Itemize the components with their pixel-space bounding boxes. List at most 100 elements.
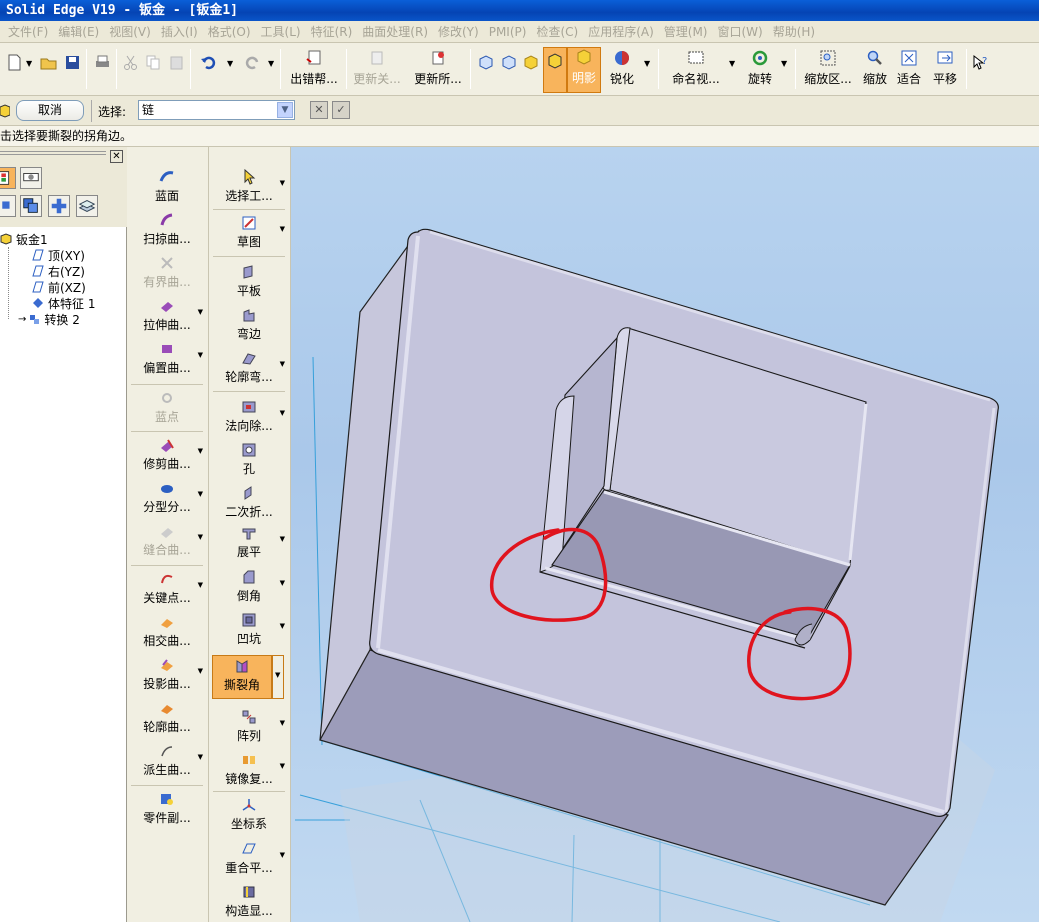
dropdown-arrow[interactable]: ▼	[280, 409, 285, 417]
new-dropdown-arrow[interactable]: ▼	[26, 59, 32, 68]
coordinate-system-button[interactable]: 坐标系	[213, 795, 285, 835]
dropdown-arrow[interactable]: ▼	[280, 851, 285, 859]
menu-manage[interactable]: 管理(M)	[664, 23, 708, 40]
undo-dropdown-arrow[interactable]: ▼	[227, 59, 233, 68]
update-all-button[interactable]: 更新所...	[410, 49, 466, 93]
deselect-button[interactable]: ✕	[310, 101, 328, 119]
blue-dot-button[interactable]: 蓝点	[131, 388, 203, 428]
part-copy-button[interactable]: 零件副...	[131, 789, 203, 829]
select-dropdown[interactable]: 链 ▼	[138, 100, 295, 120]
menu-pmi[interactable]: PMI(P)	[489, 25, 527, 39]
dropdown-arrow[interactable]: ▼	[280, 622, 285, 630]
print-icon[interactable]	[94, 54, 111, 71]
break-corner-dropdown[interactable]: ▼	[272, 655, 284, 699]
blue-surface-button[interactable]: 蓝面	[131, 167, 203, 207]
family-tab-icon[interactable]	[20, 195, 42, 217]
rotate-dropdown-arrow[interactable]: ▼	[781, 59, 787, 68]
tree-root[interactable]: 钣金1	[0, 231, 48, 247]
menu-insert[interactable]: 插入(I)	[161, 23, 198, 40]
tree-item-transform[interactable]: → 转换 2	[18, 311, 80, 327]
copy-icon[interactable]	[145, 54, 162, 71]
sharpen-button[interactable]: 锐化	[604, 49, 640, 93]
dropdown-arrow[interactable]: ▼	[198, 753, 203, 761]
library-tab-icon[interactable]	[48, 195, 70, 217]
menu-file[interactable]: 文件(F)	[8, 23, 48, 40]
tree-item-top-plane[interactable]: 顶(XY)	[32, 247, 85, 263]
chamfer-button[interactable]: 倒角 ▼	[213, 567, 285, 607]
save-icon[interactable]	[64, 54, 81, 71]
pan-button[interactable]: 平移	[928, 49, 962, 93]
cut-icon[interactable]	[122, 54, 139, 71]
mirror-copy-button[interactable]: 镜像复... ▼	[213, 750, 285, 790]
menu-edit[interactable]: 编辑(E)	[58, 23, 99, 40]
zoom-area-button[interactable]: 缩放区...	[801, 49, 855, 93]
keypoint-curve-button[interactable]: 关键点... ▼	[131, 569, 203, 609]
menu-window[interactable]: 窗口(W)	[717, 23, 762, 40]
bounded-surface-button[interactable]: 有界曲...	[131, 253, 203, 293]
chevron-down-icon[interactable]: ▼	[277, 102, 293, 118]
whats-this-help-icon[interactable]: ?	[972, 54, 989, 71]
shade-button[interactable]: 明影	[567, 47, 601, 93]
view-iso-icon[interactable]	[477, 54, 494, 71]
new-file-icon[interactable]	[6, 54, 23, 71]
graphics-viewport[interactable]	[291, 147, 1039, 922]
open-folder-icon[interactable]	[40, 54, 57, 71]
dropdown-arrow[interactable]: ▼	[280, 719, 285, 727]
break-corner-button[interactable]: 撕裂角	[212, 655, 272, 699]
accept-button[interactable]: ✓	[332, 101, 350, 119]
select-tool-button[interactable]: 选择工... ▼	[213, 167, 285, 207]
flange-button[interactable]: 弯边	[213, 305, 285, 345]
extruded-surface-button[interactable]: 拉伸曲... ▼	[131, 296, 203, 336]
tree-item-body-feature[interactable]: 体特征 1	[32, 295, 95, 311]
redo-icon[interactable]	[244, 54, 261, 71]
construction-display-button[interactable]: 构造显...	[213, 882, 285, 922]
menu-tools[interactable]: 工具(L)	[261, 23, 301, 40]
dropdown-arrow[interactable]: ▼	[198, 447, 203, 455]
secondary-fold-button[interactable]: 二次折...	[213, 483, 285, 523]
undo-icon[interactable]	[200, 54, 217, 71]
dropdown-arrow[interactable]: ▼	[280, 762, 285, 770]
menu-surfacing[interactable]: 曲面处理(R)	[362, 23, 428, 40]
dropdown-arrow[interactable]: ▼	[280, 579, 285, 587]
pattern-button[interactable]: 阵列 ▼	[213, 707, 285, 747]
named-view-dropdown-arrow[interactable]: ▼	[729, 59, 735, 68]
contour-curve-button[interactable]: 轮廓曲...	[131, 698, 203, 738]
dropdown-arrow[interactable]: ▼	[280, 225, 285, 233]
offset-surface-button[interactable]: 偏置曲... ▼	[131, 339, 203, 379]
sharpen-dropdown-arrow[interactable]: ▼	[644, 59, 650, 68]
menu-inspect[interactable]: 检查(C)	[536, 23, 578, 40]
intersection-curve-button[interactable]: 相交曲...	[131, 612, 203, 652]
dimple-button[interactable]: 凹坑 ▼	[213, 610, 285, 650]
trim-surface-button[interactable]: 修剪曲... ▼	[131, 435, 203, 475]
contour-flange-button[interactable]: 轮廓弯... ▼	[213, 348, 285, 388]
part-model-view[interactable]	[291, 147, 1039, 922]
menu-applications[interactable]: 应用程序(A)	[588, 23, 654, 40]
dropdown-arrow[interactable]: ▼	[280, 535, 285, 543]
parting-split-button[interactable]: 分型分... ▼	[131, 478, 203, 518]
dropdown-arrow[interactable]: ▼	[198, 351, 203, 359]
tree-item-front-plane[interactable]: 前(XZ)	[32, 279, 86, 295]
tab-button[interactable]: 平板	[213, 262, 285, 302]
sketch-button[interactable]: 草图 ▼	[213, 213, 285, 253]
rotate-button[interactable]: 旋转	[744, 49, 776, 93]
tree-item-right-plane[interactable]: 右(YZ)	[32, 263, 85, 279]
project-curve-button[interactable]: 投影曲... ▼	[131, 655, 203, 695]
fit-button[interactable]: 适合	[893, 49, 925, 93]
dropdown-arrow[interactable]: ▼	[198, 308, 203, 316]
view-dimetric-icon[interactable]	[500, 54, 517, 71]
dropdown-arrow[interactable]: ▼	[280, 179, 285, 187]
dropdown-arrow[interactable]: ▼	[280, 360, 285, 368]
redo-dropdown-arrow[interactable]: ▼	[268, 59, 274, 68]
dropdown-arrow[interactable]: ▼	[198, 533, 203, 541]
unbend-button[interactable]: 展平 ▼	[213, 523, 285, 563]
feature-pathfinder-tab-icon[interactable]	[0, 167, 16, 189]
swept-surface-button[interactable]: 扫掠曲...	[131, 210, 203, 250]
coincident-plane-button[interactable]: 重合平... ▼	[213, 839, 285, 879]
menu-view[interactable]: 视图(V)	[109, 23, 151, 40]
paste-icon[interactable]	[168, 54, 185, 71]
layers-stack-tab-icon[interactable]	[76, 195, 98, 217]
menu-features[interactable]: 特征(R)	[311, 23, 353, 40]
hole-button[interactable]: 孔	[213, 440, 285, 480]
dropdown-arrow[interactable]: ▼	[198, 581, 203, 589]
sensors-tab-icon[interactable]	[0, 195, 16, 217]
